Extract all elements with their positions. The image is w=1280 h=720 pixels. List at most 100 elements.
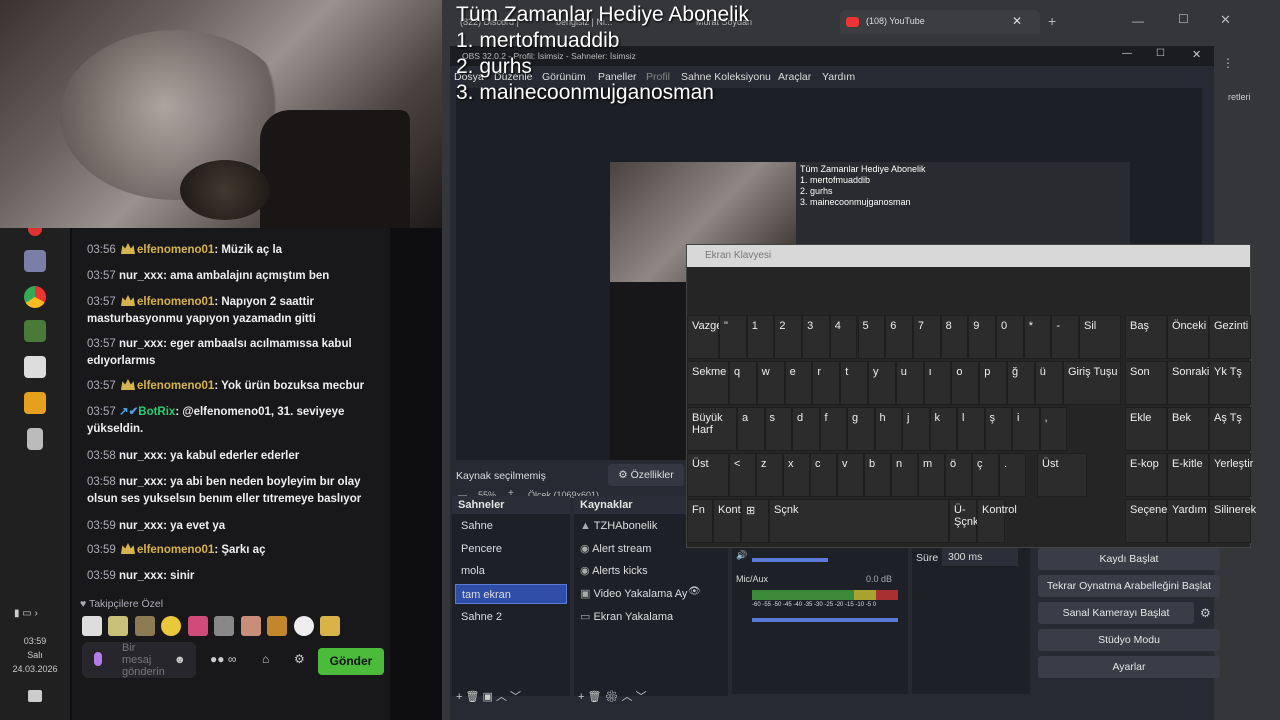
app-icon-1[interactable] (28, 228, 42, 236)
key-tab[interactable]: Sekme (687, 361, 729, 405)
menu-dots-icon[interactable]: ⋮ (1222, 56, 1234, 70)
key[interactable]: Kontrol (713, 499, 753, 543)
key[interactable]: 8 (940, 315, 969, 359)
chat-username[interactable]: elfenomeno01 (137, 544, 214, 556)
tab-youtube[interactable]: (108) YouTube ✕ (840, 10, 1040, 34)
key[interactable]: 2 (774, 315, 803, 359)
virtual-camera-button[interactable]: Sanal Kamerayı Başlat (1038, 602, 1194, 624)
emote[interactable] (187, 616, 208, 636)
key[interactable]: x (783, 453, 810, 497)
settings-icon[interactable]: ⚙ (294, 652, 305, 666)
key[interactable]: . (999, 453, 1026, 497)
vcam-settings-icon[interactable]: ⚙ (1200, 606, 1211, 620)
app-icon-doc[interactable] (27, 428, 43, 450)
nav-key[interactable]: E-kop (1125, 453, 1167, 497)
send-button[interactable]: Gönder (318, 648, 384, 675)
emoji-icon[interactable]: ☻ (174, 654, 186, 666)
nav-key[interactable]: Ekle (1125, 407, 1167, 451)
key[interactable]: 7 (912, 315, 941, 359)
chat-input[interactable]: Bir mesaj gönderin ☻ (82, 642, 196, 678)
chat-username[interactable]: elfenomeno01 (137, 380, 214, 392)
key[interactable]: j (902, 407, 930, 451)
key[interactable]: e (784, 361, 813, 405)
key[interactable]: , (1039, 407, 1067, 451)
eye-icon[interactable]: 👁 (688, 586, 701, 597)
scene-item-active[interactable]: tam ekran (455, 584, 567, 604)
key[interactable]: l (957, 407, 985, 451)
chat-username[interactable]: nur_xxx (119, 270, 163, 282)
key[interactable]: ş (984, 407, 1012, 451)
nav-key[interactable]: Yardım (1167, 499, 1209, 543)
key[interactable]: < (729, 453, 756, 497)
key[interactable]: ğ (1007, 361, 1035, 405)
nav-key[interactable]: Yerleştir (1209, 453, 1253, 497)
emote[interactable] (293, 616, 314, 636)
key[interactable]: q (729, 361, 757, 405)
emote[interactable] (240, 616, 261, 636)
key[interactable]: h (874, 407, 902, 451)
scene-item[interactable]: Pencere (455, 539, 567, 559)
emote[interactable] (267, 616, 288, 636)
tray-icons[interactable]: ▮ ▭ › (14, 608, 38, 619)
key[interactable]: i (1012, 407, 1040, 451)
mic-icon[interactable] (94, 652, 102, 666)
points-icon[interactable]: ●● ∞ (210, 652, 236, 666)
key[interactable]: ü (1034, 361, 1063, 405)
disk-icon[interactable] (24, 250, 46, 272)
scene-item[interactable]: Sahne 2 (455, 607, 567, 627)
key[interactable]: 1 (746, 315, 775, 359)
notification-icon[interactable] (28, 690, 42, 702)
key[interactable]: Fn (687, 499, 713, 543)
key[interactable]: s (764, 407, 792, 451)
chat-username[interactable]: nur_xxx (119, 520, 163, 532)
settings-button[interactable]: Ayarlar (1038, 656, 1220, 678)
key[interactable]: u (895, 361, 924, 405)
key[interactable]: w (756, 361, 785, 405)
key[interactable]: m (918, 453, 945, 497)
maximize-icon[interactable]: ☐ (1178, 12, 1189, 26)
key[interactable]: 5 (857, 315, 886, 359)
key[interactable]: d (792, 407, 820, 451)
studio-mode-button[interactable]: Stüdyo Modu (1038, 629, 1220, 651)
key[interactable]: - (1051, 315, 1080, 359)
scene-item[interactable]: Sahne (455, 516, 567, 536)
key[interactable]: k (929, 407, 957, 451)
nav-key[interactable]: Aş Tş (1209, 407, 1251, 451)
chrome-icon[interactable] (24, 286, 46, 308)
shift-key[interactable]: Üst (687, 453, 729, 497)
key[interactable]: 6 (885, 315, 913, 359)
app-icon-green[interactable] (24, 320, 46, 342)
store-icon[interactable]: ⌂ (262, 652, 269, 666)
nav-key[interactable]: Bek (1167, 407, 1209, 451)
key[interactable]: n (891, 453, 918, 497)
key[interactable]: " (719, 315, 747, 359)
key[interactable]: Kontrol (977, 499, 1017, 543)
close-icon[interactable]: ✕ (1220, 12, 1231, 28)
new-tab-icon[interactable]: + (1048, 13, 1056, 29)
scenes-toolbar[interactable]: + 🗑 ▣ ︿ ﹀ (456, 688, 521, 704)
chat-username[interactable]: elfenomeno01 (137, 296, 214, 308)
key[interactable]: 0 (996, 315, 1024, 359)
chat-username[interactable]: nur_xxx (119, 338, 163, 350)
menu-araclar[interactable]: Araçlar (778, 71, 811, 83)
nav-key[interactable]: Silinerek (1209, 499, 1256, 543)
key[interactable]: ⊞ (741, 499, 769, 543)
chat-username[interactable]: nur_xxx (119, 476, 163, 488)
obs-maximize-icon[interactable]: ☐ (1156, 48, 1165, 59)
mixer-fader[interactable] (752, 558, 828, 562)
mic-fader[interactable] (752, 618, 898, 622)
close-tab-icon[interactable]: ✕ (1012, 14, 1022, 28)
emote[interactable] (320, 616, 341, 636)
emote[interactable] (214, 616, 235, 636)
key[interactable]: 3 (802, 315, 830, 359)
source-item[interactable]: ◉ Alerts kicks (580, 561, 720, 581)
properties-button[interactable]: ⚙ Özellikler (608, 464, 684, 486)
key[interactable]: z (756, 453, 783, 497)
app-icon-orange[interactable] (24, 392, 46, 414)
emote[interactable] (82, 616, 102, 636)
key[interactable]: Ü-Şçnk (949, 499, 978, 543)
enter-key[interactable]: Giriş Tuşu (1063, 361, 1121, 405)
duration-input[interactable]: 300 ms (942, 548, 1018, 566)
key-cancel[interactable]: Vazgeç (687, 315, 728, 359)
key[interactable]: f (819, 407, 847, 451)
